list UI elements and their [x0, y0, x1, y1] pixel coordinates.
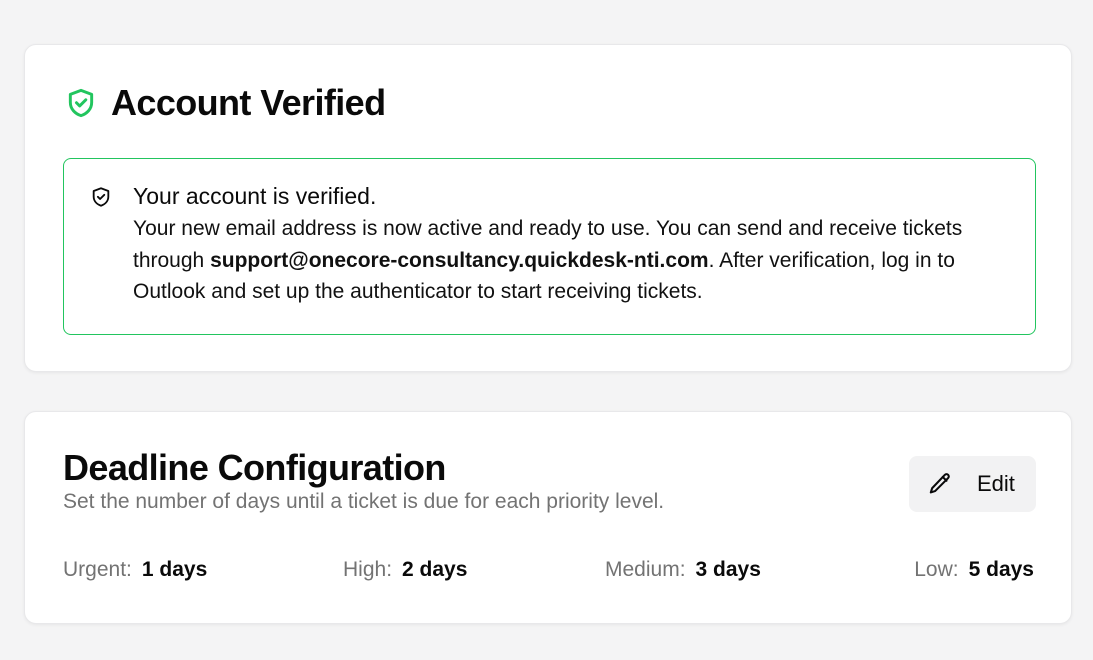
pencil-icon — [927, 471, 953, 497]
priority-label: Low: — [914, 558, 959, 581]
edit-button-label: Edit — [977, 471, 1015, 496]
priority-label: High: — [343, 558, 393, 581]
shield-check-icon — [65, 86, 97, 120]
shield-check-icon — [90, 185, 112, 214]
account-verified-card: Account Verified Your account is verifie… — [24, 44, 1072, 372]
priority-value: 3 days — [695, 558, 761, 581]
priority-urgent: Urgent: 1 days — [63, 557, 207, 583]
alert-description: Your new email address is now active and… — [133, 213, 1013, 308]
priority-high: High: 2 days — [343, 557, 467, 583]
priority-value: 1 days — [141, 558, 208, 581]
priority-label: Urgent: — [63, 558, 132, 581]
edit-button[interactable]: Edit — [909, 456, 1036, 512]
priority-value: 5 days — [968, 558, 1034, 581]
account-verified-header: Account Verified — [65, 82, 386, 123]
deadline-configuration-card: Deadline Configuration Set the number of… — [24, 411, 1072, 624]
section-title: Deadline Configuration — [63, 447, 446, 488]
section-subtitle: Set the number of days until a ticket is… — [63, 490, 665, 513]
priority-label: Medium: — [605, 558, 686, 581]
page-title: Account Verified — [111, 82, 386, 123]
verification-alert: Your account is verified. Your new email… — [63, 158, 1036, 335]
support-email: support@onecore-consultancy.quickdesk-nt… — [210, 248, 709, 272]
priority-medium: Medium: 3 days — [605, 557, 761, 583]
alert-heading: Your account is verified. — [133, 183, 377, 209]
priority-low: Low: 5 days — [914, 557, 1034, 583]
priority-value: 2 days — [402, 558, 468, 581]
